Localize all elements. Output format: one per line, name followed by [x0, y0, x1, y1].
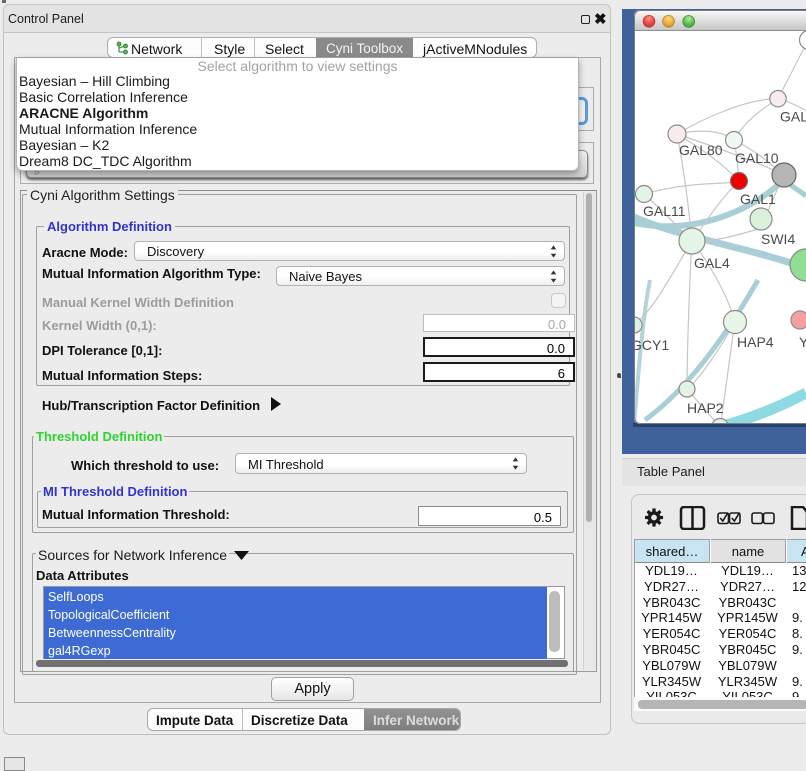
svg-text:GCY1: GCY1: [634, 337, 669, 353]
svg-text:GAL1: GAL1: [740, 191, 776, 207]
svg-text:GAL2: GAL2: [780, 109, 806, 125]
svg-text:HAP2: HAP2: [687, 400, 724, 416]
svg-text:GAL4: GAL4: [694, 255, 730, 271]
svg-text:HAP4: HAP4: [737, 334, 774, 350]
svg-text:SWI4: SWI4: [761, 231, 795, 247]
svg-text:GAL80: GAL80: [679, 142, 723, 158]
svg-text:GAL10: GAL10: [735, 150, 779, 166]
svg-text:GAL11: GAL11: [643, 203, 686, 219]
svg-text:Y: Y: [799, 334, 806, 350]
